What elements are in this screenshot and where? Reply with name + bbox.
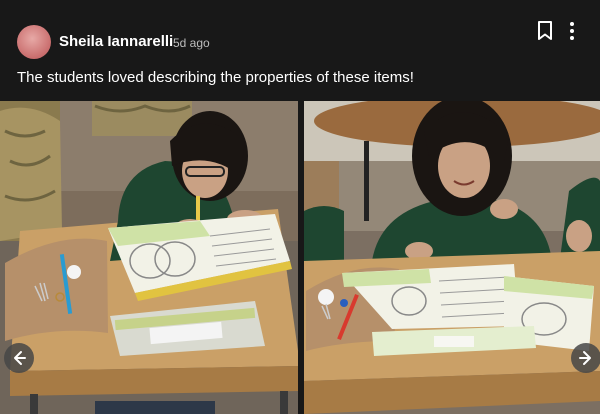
post-caption: The students loved describing the proper… bbox=[17, 69, 414, 86]
more-vertical-icon[interactable] bbox=[565, 20, 579, 42]
photo-student-writing[interactable] bbox=[0, 101, 298, 414]
photo-student-holding-item[interactable] bbox=[304, 101, 600, 414]
photo-gallery bbox=[0, 101, 600, 414]
post-timestamp: 5d ago bbox=[173, 36, 210, 50]
author-name[interactable]: Sheila Iannarelli bbox=[59, 33, 173, 50]
next-photo-button[interactable] bbox=[571, 343, 600, 373]
bookmark-icon[interactable] bbox=[536, 20, 554, 42]
avatar[interactable] bbox=[17, 25, 51, 59]
chevron-right-icon bbox=[579, 351, 591, 365]
chevron-left-icon bbox=[14, 351, 26, 365]
post-header: Sheila Iannarelli 5d ago The students lo… bbox=[0, 0, 600, 100]
previous-photo-button[interactable] bbox=[4, 343, 34, 373]
